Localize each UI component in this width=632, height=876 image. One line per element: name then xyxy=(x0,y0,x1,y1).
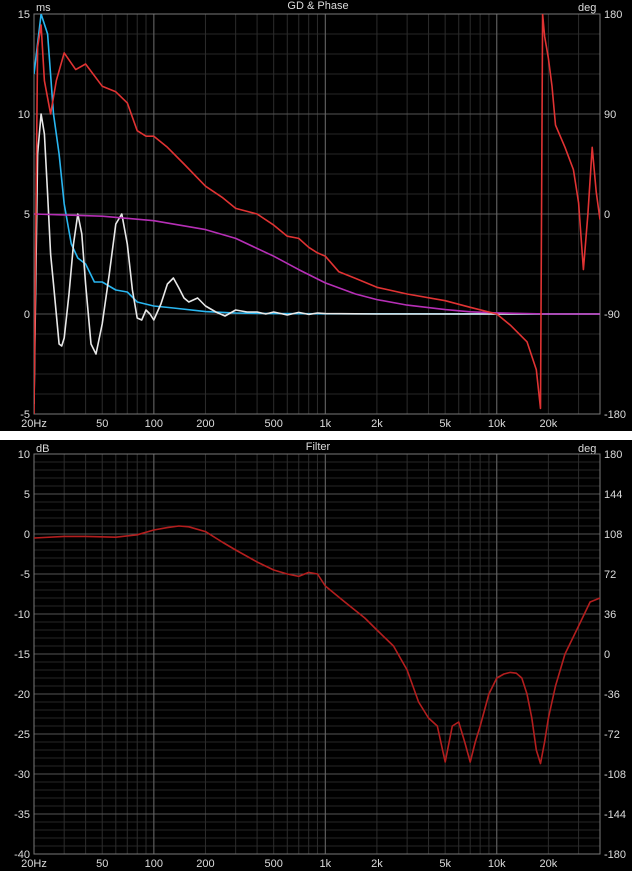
y-tick-label: 10 xyxy=(18,449,30,461)
x-tick-label: 10k xyxy=(488,418,506,430)
left-unit-label: ms xyxy=(36,2,51,14)
x-tick-label: 500 xyxy=(265,858,283,870)
left-unit-label: dB xyxy=(36,443,49,455)
y2-tick-label: 36 xyxy=(604,609,616,621)
y2-tick-label: -180 xyxy=(604,849,626,861)
y-tick-label: 0 xyxy=(24,309,30,321)
y2-tick-label: -180 xyxy=(604,409,626,421)
y2-tick-label: 108 xyxy=(604,529,622,541)
x-tick-label: 5k xyxy=(439,858,451,870)
x-tick-label: 100 xyxy=(145,418,163,430)
x-tick-label: 1k xyxy=(319,858,331,870)
y2-tick-label: -72 xyxy=(604,729,620,741)
x-tick-label: 20Hz xyxy=(21,858,47,870)
y-tick-label: -35 xyxy=(14,809,30,821)
y2-tick-label: -108 xyxy=(604,769,626,781)
y-tick-label: -30 xyxy=(14,769,30,781)
x-tick-label: 2k xyxy=(371,858,383,870)
y2-tick-label: 0 xyxy=(604,649,610,661)
y2-tick-label: 72 xyxy=(604,569,616,581)
x-tick-label: 10k xyxy=(488,858,506,870)
y2-tick-label: -144 xyxy=(604,809,626,821)
y2-tick-label: 180 xyxy=(604,449,622,461)
filter-chart: Filter dB deg 10 5 0 -5 -10 -15 -20 -25 -30 -35 -4… xyxy=(0,440,632,871)
y2-tick-label: -36 xyxy=(604,689,620,701)
y-tick-label: 5 xyxy=(24,209,30,221)
y2-tick-label: 144 xyxy=(604,489,622,501)
x-tick-label: 20Hz xyxy=(21,418,47,430)
y2-tick-label: 180 xyxy=(604,9,622,21)
x-tick-label: 500 xyxy=(265,418,283,430)
y2-tick-label: 90 xyxy=(604,109,616,121)
gd-phase-plot: GD & Phase ms deg 151050-5180900-90-1802… xyxy=(18,0,626,430)
right-unit-label: deg xyxy=(578,2,596,14)
y-tick-label: 10 xyxy=(18,109,30,121)
y-tick-label: 15 xyxy=(18,9,30,21)
x-tick-label: 200 xyxy=(196,858,214,870)
y-tick-label: -20 xyxy=(14,689,30,701)
x-tick-label: 5k xyxy=(439,418,451,430)
y-tick-label: 0 xyxy=(24,529,30,541)
x-tick-label: 50 xyxy=(96,418,108,430)
x-tick-label: 50 xyxy=(96,858,108,870)
x-tick-label: 1k xyxy=(319,418,331,430)
y-tick-label: -10 xyxy=(14,609,30,621)
y2-tick-label: -90 xyxy=(604,309,620,321)
x-tick-label: 2k xyxy=(371,418,383,430)
y-tick-label: -25 xyxy=(14,729,30,741)
x-tick-label: 20k xyxy=(540,858,558,870)
y2-tick-label: 0 xyxy=(604,209,610,221)
right-unit-label: deg xyxy=(578,443,596,455)
chart-title: Filter xyxy=(306,441,331,453)
gd-phase-chart: GD & Phase ms deg 15 10 5 0 -5 180 90 0 -90 -180 2… xyxy=(0,0,632,431)
y-tick-label: 5 xyxy=(24,489,30,501)
x-tick-label: 20k xyxy=(540,418,558,430)
chart-title: GD & Phase xyxy=(287,0,348,12)
y-tick-label: -5 xyxy=(20,569,30,581)
x-tick-label: 200 xyxy=(196,418,214,430)
filter-plot: Filter dB deg 1050-5-10-15-20-25-30-35-4… xyxy=(14,441,626,870)
x-tick-label: 100 xyxy=(145,858,163,870)
y-tick-label: -15 xyxy=(14,649,30,661)
